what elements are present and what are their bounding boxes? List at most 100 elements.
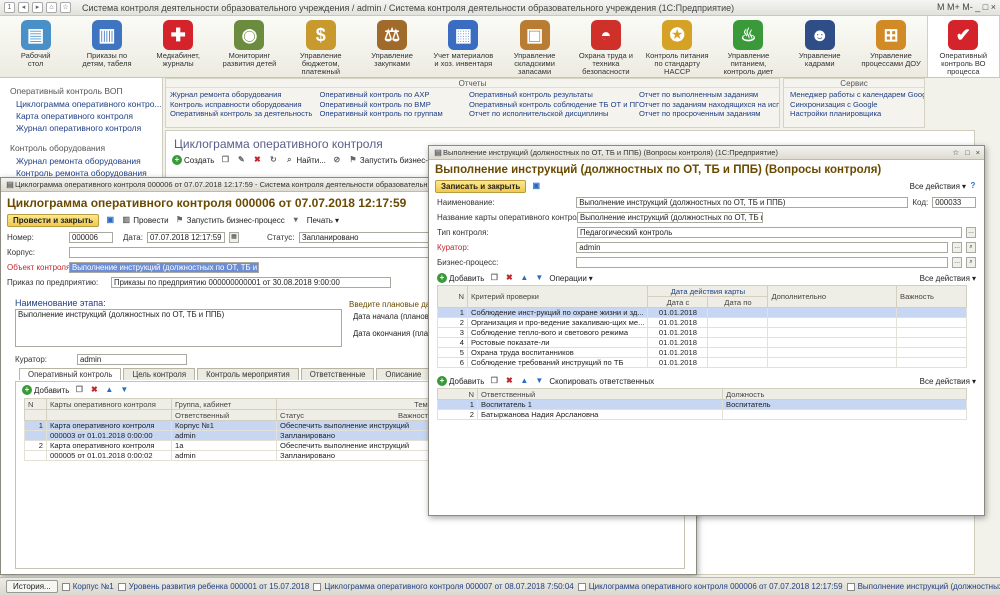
operations-menu[interactable]: Операции ▾ — [549, 274, 592, 283]
all-actions-menu[interactable]: Все действия ▾? — [910, 181, 978, 191]
section-button[interactable]: ▣ Управление складскими запасами — [499, 16, 570, 77]
start-bp-button[interactable]: ⚑ Запустить бизнес-процесс — [175, 215, 285, 225]
number-field[interactable]: 000006 — [69, 232, 113, 243]
star-icon[interactable]: ☆ — [60, 2, 71, 13]
delete-icon[interactable]: ✖ — [89, 385, 99, 395]
refresh-icon[interactable]: ↻ — [268, 155, 278, 165]
report-link[interactable]: Оперативный контроль по группам — [320, 109, 470, 119]
delete-icon[interactable]: ✖ — [504, 273, 514, 283]
table-row[interactable]: 5 Охрана труда воспитанников 01.01.2018 — [437, 347, 967, 358]
search-icon[interactable]: ⌕ — [966, 257, 976, 268]
home-icon[interactable]: ⌂ — [46, 2, 57, 13]
calendar-icon[interactable]: ▦ — [228, 232, 239, 243]
window-controls[interactable]: M M+ M- _ □ × — [937, 2, 996, 12]
section-button[interactable]: ✪ Контроль питания по стандарту HACCP — [642, 16, 713, 77]
edit-icon[interactable]: ✎ — [236, 155, 246, 165]
table-row[interactable]: 000003 от 01.01.2018 0:00:00 admin Запла… — [24, 430, 436, 441]
select-button[interactable]: … — [952, 242, 963, 253]
table-row[interactable]: 2 Карта оперативного контроля 1а Обеспеч… — [24, 440, 436, 451]
delete-icon[interactable]: ✖ — [504, 376, 514, 386]
table-row[interactable]: 2 Батыржанова Надия Арслановна — [437, 409, 967, 420]
close-icon[interactable]: × — [976, 148, 980, 157]
report-link[interactable]: Отчет по заданиям находящихся на исполне… — [639, 100, 779, 110]
table-row[interactable]: 3 Соблюдение тепло-вого и светового режим… — [437, 327, 967, 338]
report-link[interactable]: Оперативный контроль соблюдение ТБ ОТ и … — [469, 100, 639, 110]
app-logo-icon[interactable]: 1 — [4, 2, 15, 13]
save-icon[interactable]: ▣ — [105, 215, 115, 225]
code-field[interactable]: 000033 — [932, 197, 976, 208]
business-process-field[interactable] — [576, 257, 949, 268]
section-button[interactable]: ◉ Мониторинг развития детей — [214, 16, 285, 77]
open-window-item[interactable]: Циклограмма оперативного контроля 000006… — [577, 582, 843, 591]
forward-icon[interactable]: ▸ — [32, 2, 43, 13]
open-window-item[interactable]: Выполнение инструкций (должностных по ОТ… — [846, 582, 1000, 591]
section-button[interactable]: ▦ Учет материалов и хоз. инвентаря — [428, 16, 499, 77]
section-button[interactable]: $Управление бюджетом, платежный календар… — [285, 16, 356, 84]
add-button[interactable]: + Добавить — [22, 385, 69, 395]
report-link[interactable]: Журнал ремонта оборудования — [170, 90, 320, 100]
section-button[interactable]: ▥ Приказы по детям, табеля — [71, 16, 142, 77]
save-and-close-button[interactable]: Записать и закрыть — [435, 179, 527, 193]
section-button[interactable]: ✚ Медкабинет, журналы — [143, 16, 214, 77]
help-icon[interactable]: ? — [968, 181, 978, 191]
move-up-icon[interactable]: ▲ — [104, 385, 114, 395]
copy-icon[interactable]: ❐ — [74, 385, 84, 395]
table-row[interactable]: 2 Организация и про-ведение закаливаю-щих… — [437, 317, 967, 328]
bookmark-icon[interactable]: ☆ — [952, 148, 959, 157]
move-down-icon[interactable]: ▼ — [534, 273, 544, 283]
delete-icon[interactable]: ✖ — [252, 155, 262, 165]
table-row[interactable]: 1 Карта оперативного контроля Корпус №1 … — [24, 420, 436, 431]
add-button[interactable]: + Добавить — [437, 376, 484, 386]
status-field[interactable]: Запланировано — [298, 232, 449, 243]
section-button[interactable]: ▤ Рабочий стол — [0, 16, 71, 77]
create-button[interactable]: + Создать — [172, 155, 214, 165]
report-link[interactable]: Оперативный контроль результаты — [469, 90, 639, 100]
tab-control-goal[interactable]: Цель контроля — [123, 368, 196, 380]
copy-icon[interactable]: ❐ — [489, 273, 499, 283]
service-link[interactable]: Менеджер работы с календарем Google — [790, 90, 924, 100]
tab-responsibles[interactable]: Ответственные — [300, 368, 375, 380]
section-button[interactable]: ⚖ Управление закупками — [356, 16, 427, 77]
select-button[interactable]: … — [966, 227, 976, 238]
date-field[interactable]: 07.07.2018 12:17:59 — [146, 232, 225, 243]
section-button[interactable]: ♨ Управление питанием, контроль диет — [713, 16, 784, 77]
section-button[interactable]: ☻ Управление кадрами — [784, 16, 855, 77]
nav-item-cyclogram[interactable]: Циклограмма оперативного контро... — [16, 99, 162, 109]
section-button[interactable]: ◓ Охрана труда и техника безопасности — [570, 16, 641, 77]
move-up-icon[interactable]: ▲ — [519, 273, 529, 283]
post-button[interactable]: ▥ Провести — [121, 215, 168, 225]
copy-icon[interactable]: ❐ — [220, 155, 230, 165]
control-object-field[interactable]: Выполнение инструкций (должностных по ОТ… — [69, 262, 259, 273]
name-field[interactable]: Выполнение инструкций (должностных по ОТ… — [576, 197, 909, 208]
tab-description[interactable]: Описание — [376, 368, 431, 380]
report-link[interactable]: Оперативный контроль по ВМР — [320, 100, 470, 110]
table-row[interactable]: 1 Воспитатель 1 Воспитатель — [437, 399, 967, 410]
all-actions-menu[interactable]: Все действия ▾ — [920, 274, 976, 283]
stage-name-field[interactable]: Выполнение инструкций (должностных по ОТ… — [15, 309, 342, 347]
copy-icon[interactable]: ❐ — [489, 376, 499, 386]
section-button[interactable]: ✔ Оперативный контроль ВО процесса — [926, 16, 1000, 77]
print-button[interactable]: Печать ▾ — [307, 216, 339, 225]
post-and-close-button[interactable]: Провести и закрыть — [7, 213, 100, 227]
service-link[interactable]: Настройки планировщика — [790, 109, 924, 119]
window-controls[interactable]: ☆ □ × — [952, 148, 984, 157]
report-link[interactable]: Контроль исправности оборудования — [170, 100, 320, 110]
cancel-search-icon[interactable]: ⊘ — [332, 155, 342, 165]
card-name-field[interactable]: Выполнение инструкций (должностных по ОТ… — [577, 212, 763, 223]
open-window-item[interactable]: Корпус №1 — [61, 582, 114, 591]
move-up-icon[interactable]: ▲ — [519, 376, 529, 386]
select-button[interactable]: … — [952, 257, 963, 268]
report-link[interactable]: Оперативный контроль за деятельность — [170, 109, 320, 119]
building-field[interactable] — [69, 247, 449, 258]
move-down-icon[interactable]: ▼ — [534, 376, 544, 386]
report-link[interactable]: Отчет по исполнительской дисциплины — [469, 109, 639, 119]
copy-responsibles-button[interactable]: Скопировать ответственных — [549, 377, 654, 386]
table-row[interactable]: 4 Ростовые показате-ли 01.01.2018 — [437, 337, 967, 348]
move-down-icon[interactable]: ▼ — [119, 385, 129, 395]
maximize-icon[interactable]: □ — [965, 148, 970, 157]
section-button[interactable]: ⊞ Управление процессами ДОУ — [855, 16, 926, 77]
nav-item-control-journal[interactable]: Журнал оперативного контроля — [16, 123, 162, 133]
search-icon[interactable]: ⌕ — [966, 242, 976, 253]
all-actions-menu[interactable]: Все действия ▾ — [920, 377, 976, 386]
report-link[interactable]: Оперативный контроль по АХР — [320, 90, 470, 100]
